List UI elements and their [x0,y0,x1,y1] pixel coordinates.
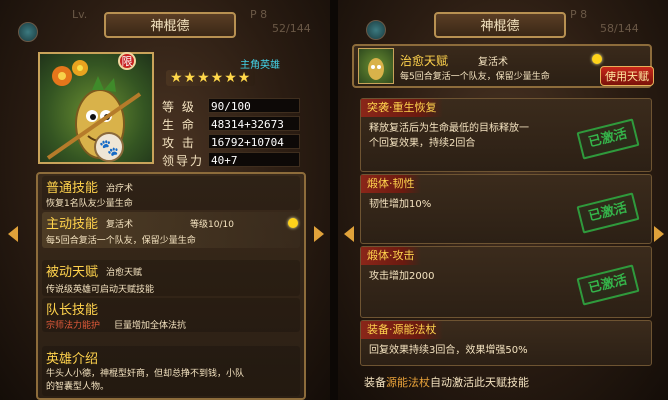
talent-card-line: 攻击增加2000 [369,271,435,282]
stat-label: 攻 击 [162,136,196,150]
active-skill-block[interactable]: 主动技能 复活术 等级10/10 每5回合复活一个队友，保留少量生命 [42,212,300,248]
bg-round-icon [18,22,38,42]
paw-icon[interactable]: 🐾 [94,132,124,162]
talent-card-title: 装备·源能法杖 [361,321,443,339]
hero-portrait-small [358,48,394,84]
active-skill-name: 复活术 [106,220,134,230]
normal-skill-block[interactable]: 普通技能 治疗术 恢复1名队友少量生命 [42,176,300,210]
talent-name: 治愈天赋 [400,54,449,68]
talent-card-desc: 回复效果持续3回合，效果增强50% [369,343,528,358]
stat-label: 等 级 [162,100,196,114]
bg-count-label: 58/144 [600,22,639,35]
captain-skill-name: 宗师法力能护 [46,321,101,331]
talent-card-desc: 韧性增加10% [369,197,431,212]
prev-arrow-icon[interactable] [344,226,354,242]
next-hero-arrow-icon[interactable] [314,226,324,242]
hero-intro-title: 英雄介绍 [46,352,99,367]
unlock-hint-suffix: 自动激活此天赋技能 [430,376,529,389]
stat-label: 生 命 [162,118,196,132]
current-talent-panel: 治愈天赋 复活术 每5回合复活一个队友，保留少量生命 使用天赋 [352,44,654,88]
talent-detail-screen: P 8 58/144 神棍德 治愈天赋 复活术 每5回合复活一个队友，保留少量生… [338,0,668,400]
talent-card-title: 突袭·重生恢复 [361,99,443,117]
talent-card-line: 个回复效果，持续2回合 [369,138,476,149]
stat-value: 16792+10704 [208,134,300,149]
unlock-hint-item: 源能法杖 [386,376,430,389]
page-title: 神棍德 [434,12,566,38]
use-talent-button[interactable]: 使用天赋 [600,66,654,86]
active-skill-title: 主动技能 [46,217,99,232]
unlock-hint-prefix: 装备 [364,376,386,389]
stat-hp: 生 命 48314+32673 [162,116,302,132]
normal-skill-title: 普通技能 [46,181,99,196]
stat-leadership: 领导力 40+7 [162,152,302,168]
captain-skill-desc: 巨量增加全体法抗 [114,321,187,331]
active-skill-desc: 每5回合复活一个队友，保留少量生命 [46,236,196,246]
bg-level-label: Lv. [72,8,88,21]
bg-p-label: P 8 [250,8,268,21]
talent-card-desc: 释放复活后为生命最低的目标释放一 个回复效果，持续2回合 [369,121,529,151]
talent-card-title: 煅体·攻击 [361,247,421,265]
stat-attack: 攻 击 16792+10704 [162,134,302,150]
captain-skill-block[interactable]: 队长技能 宗师法力能护 巨量增加全体法抗 [42,298,300,332]
activated-stamp: 已激活 [576,264,640,306]
captain-skill-title: 队长技能 [46,303,99,318]
normal-skill-name: 治疗术 [106,184,134,194]
talent-card[interactable]: 装备·源能法杖 回复效果持续3回合，效果增强50% [360,320,652,366]
stat-value: 48314+32673 [208,116,300,131]
talent-skill-name: 复活术 [478,57,508,68]
hero-intro-line2: 的智囊型人物。 [46,382,110,392]
talent-card-desc: 攻击增加2000 [369,269,434,284]
passive-talent-desc: 传说级英雄可启动天赋技能 [46,285,155,295]
star-rating: ★★★★★★ [166,70,256,86]
talent-card[interactable]: 突袭·重生恢复 释放复活后为生命最低的目标释放一 个回复效果，持续2回合 已激活 [360,98,652,172]
normal-skill-desc: 恢复1名队友少量生命 [46,199,133,209]
stat-level: 等 级 90/100 [162,98,302,114]
talent-card[interactable]: 煅体·韧性 韧性增加10% 已激活 [360,174,652,244]
limited-badge: 限 [118,52,136,70]
passive-talent-block[interactable]: 被动天赋 治愈天赋 传说级英雄可启动天赋技能 [42,260,300,296]
activated-stamp: 已激活 [576,192,640,234]
screen-divider [330,0,338,400]
prev-hero-arrow-icon[interactable] [8,226,18,242]
stat-label: 领导力 [162,154,205,168]
talent-card-line: 韧性增加10% [369,199,432,210]
bg-count-label: 52/144 [272,22,311,35]
yellow-dot-icon [592,54,602,64]
role-label: 主角英雄 [240,60,280,71]
bg-p-label: P 8 [570,8,588,21]
unlock-hint: 装备源能法杖自动激活此天赋技能 [364,374,529,390]
active-skill-level: 等级10/10 [190,220,234,230]
talent-desc: 每5回合复活一个队友，保留少量生命 [400,72,550,82]
talent-card-line: 回复效果持续3回合，效果增强50% [369,345,528,356]
talent-card-line: 释放复活后为生命最低的目标释放一 [369,123,529,134]
hero-intro-line1: 牛头人小德，神棍型奸商，但却总挣不到钱，小队 [46,369,245,379]
hero-totem-icon [368,58,384,80]
talent-card[interactable]: 煅体·攻击 攻击增加2000 已激活 [360,246,652,318]
talent-card-title: 煅体·韧性 [361,175,421,193]
hero-intro-block: 英雄介绍 牛头人小德，神棍型奸商，但却总挣不到钱，小队 的智囊型人物。 [42,346,300,396]
next-arrow-icon[interactable] [654,226,664,242]
bg-round-icon [366,20,386,40]
stat-value: 40+7 [208,152,300,167]
activated-stamp: 已激活 [576,118,640,160]
skill-panel: 普通技能 治疗术 恢复1名队友少量生命 主动技能 复活术 等级10/10 每5回… [36,172,306,400]
yellow-dot-icon [288,218,298,228]
stat-value: 90/100 [208,98,300,113]
passive-talent-name: 治愈天赋 [106,268,143,278]
passive-talent-title: 被动天赋 [46,265,99,280]
hero-detail-screen: Lv. P 8 52/144 神棍德 限 🐾 主角英雄 ★★★★★★ 等 级 9… [0,0,330,400]
page-title: 神棍德 [104,12,236,38]
